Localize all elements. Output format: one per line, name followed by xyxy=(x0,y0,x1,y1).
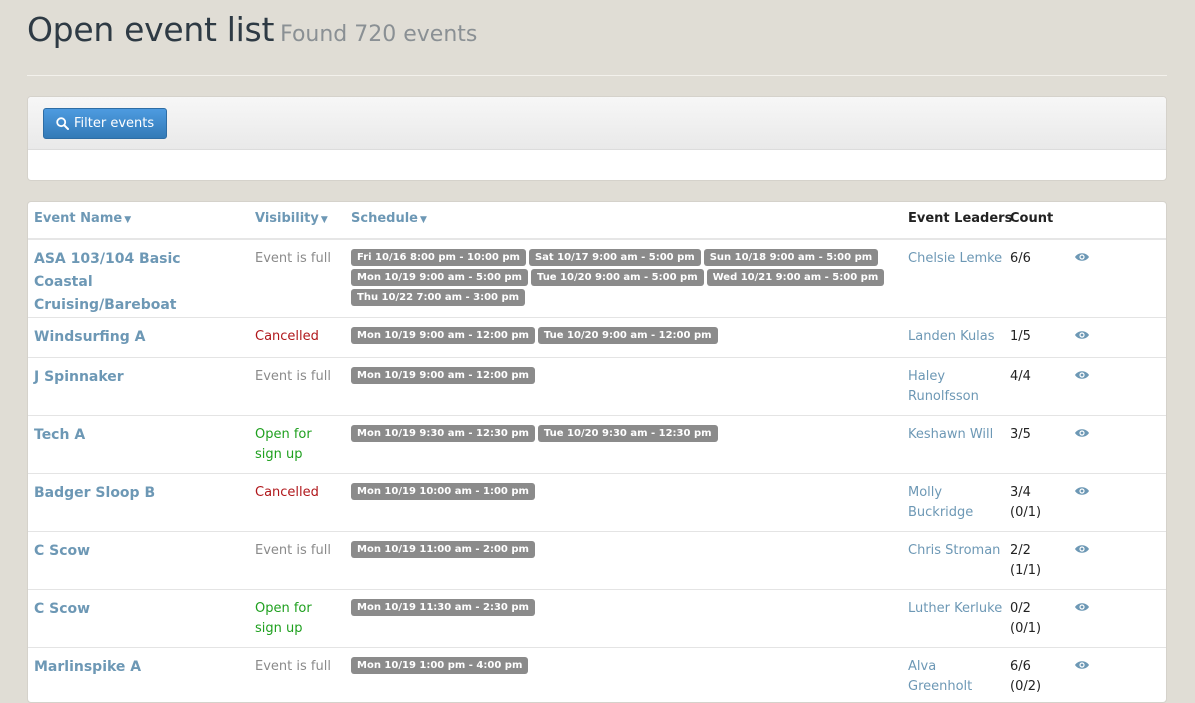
event-count-value: 4/4 xyxy=(1010,369,1031,384)
event-name-link[interactable]: C Scow xyxy=(34,540,239,563)
eye-icon[interactable] xyxy=(1074,484,1090,496)
event-name-link[interactable]: C Scow xyxy=(34,598,239,621)
event-name-link[interactable]: Marlinspike A xyxy=(34,656,239,679)
event-count-value: 2/2 (1/1) xyxy=(1010,543,1042,578)
schedule-badge: Sat 10/17 9:00 am - 5:00 pm xyxy=(528,249,701,266)
table-row: Tech A Open for sign up Mon 10/19 9:30 am … xyxy=(28,415,1166,473)
visibility-status: Event is full xyxy=(255,543,331,558)
table-row: C Scow Open for sign up Mon 10/19 11:30 am… xyxy=(28,589,1166,647)
column-header-event-leaders: Event Leaders xyxy=(908,211,1013,226)
page-header: Open event list Found 720 events xyxy=(27,10,477,49)
eye-icon[interactable] xyxy=(1074,426,1090,438)
event-count-value: 3/4 (0/1) xyxy=(1010,485,1042,520)
filter-panel-header: Filter events xyxy=(28,97,1166,150)
schedule-badge: Tue 10/20 9:30 am - 12:30 pm xyxy=(537,425,718,442)
schedule-badge: Mon 10/19 10:00 am - 1:00 pm xyxy=(351,483,535,500)
table-row: ASA 103/104 Basic Coastal Cruising/Bareb… xyxy=(28,240,1166,317)
table-header: Event Name ▼ Visibility ▼ Schedule ▼ Event … xyxy=(28,202,1166,240)
schedule-badge: Fri 10/16 8:00 pm - 10:00 pm xyxy=(351,249,526,266)
table-body: ASA 103/104 Basic Coastal Cruising/Bareb… xyxy=(28,240,1166,702)
schedule-badge: Tue 10/20 9:00 am - 12:00 pm xyxy=(537,327,718,344)
column-header-label: Visibility xyxy=(255,211,319,226)
event-name-link[interactable]: Badger Sloop B xyxy=(34,482,239,505)
schedule-list: Mon 10/19 9:00 am - 12:00 pm xyxy=(351,367,891,384)
event-count-value: 6/6 xyxy=(1010,251,1031,266)
schedule-badge: Wed 10/21 9:00 am - 5:00 pm xyxy=(706,269,885,286)
event-leader-link[interactable]: Chris Stroman xyxy=(908,541,1003,561)
filter-panel: Filter events xyxy=(27,96,1167,181)
visibility-status: Cancelled xyxy=(255,329,319,344)
filter-events-label: Filter events xyxy=(74,116,155,131)
schedule-badge: Mon 10/19 11:30 am - 2:30 pm xyxy=(351,599,535,616)
schedule-list: Mon 10/19 11:00 am - 2:00 pm xyxy=(351,541,891,558)
column-header-visibility[interactable]: Visibility ▼ xyxy=(255,211,328,226)
page: Open event list Found 720 events Filter e… xyxy=(0,0,1195,703)
event-leader-link[interactable]: Alva Greenholt xyxy=(908,657,1003,697)
event-count-value: 1/5 xyxy=(1010,329,1031,344)
table-row: Marlinspike A Event is full Mon 10/19 1:00… xyxy=(28,647,1166,702)
visibility-status: Event is full xyxy=(255,659,331,674)
search-icon xyxy=(56,117,69,130)
event-leader-link[interactable]: Luther Kerluke xyxy=(908,599,1003,619)
schedule-list: Mon 10/19 10:00 am - 1:00 pm xyxy=(351,483,891,500)
table-row: Badger Sloop B Cancelled Mon 10/19 10:00 a… xyxy=(28,473,1166,531)
event-name-link[interactable]: J Spinnaker xyxy=(34,366,239,389)
schedule-badge: Thu 10/22 7:00 am - 3:00 pm xyxy=(351,289,526,306)
event-count-value: 0/2 (0/1) xyxy=(1010,601,1042,636)
column-header-label: Schedule xyxy=(351,211,418,226)
eye-icon[interactable] xyxy=(1074,658,1090,670)
divider xyxy=(27,75,1167,76)
event-leader-link[interactable]: Keshawn Will xyxy=(908,425,1003,445)
schedule-badge: Mon 10/19 9:00 am - 12:00 pm xyxy=(351,327,535,344)
sort-caret-icon: ▼ xyxy=(419,215,427,225)
eye-icon[interactable] xyxy=(1074,250,1090,262)
schedule-badge: Mon 10/19 1:00 pm - 4:00 pm xyxy=(351,657,529,674)
visibility-status: Open for sign up xyxy=(255,601,312,636)
eye-icon[interactable] xyxy=(1074,542,1090,554)
event-leader-link[interactable]: Molly Buckridge xyxy=(908,483,1003,523)
schedule-badge: Tue 10/20 9:00 am - 5:00 pm xyxy=(530,269,704,286)
event-leader-link[interactable]: Haley Runolfsson xyxy=(908,367,1003,407)
event-name-link[interactable]: ASA 103/104 Basic Coastal Cruising/Bareb… xyxy=(34,248,239,317)
sort-caret-icon: ▼ xyxy=(320,215,328,225)
eye-icon[interactable] xyxy=(1074,368,1090,380)
event-count: Found 720 events xyxy=(280,22,478,47)
visibility-status: Open for sign up xyxy=(255,427,312,462)
schedule-badge: Mon 10/19 11:00 am - 2:00 pm xyxy=(351,541,535,558)
eye-icon[interactable] xyxy=(1074,328,1090,340)
event-leader-link[interactable]: Landen Kulas xyxy=(908,327,1003,347)
event-name-link[interactable]: Tech A xyxy=(34,424,239,447)
filter-events-button[interactable]: Filter events xyxy=(43,108,168,139)
schedule-badge: Mon 10/19 9:00 am - 12:00 pm xyxy=(351,367,535,384)
sort-caret-icon: ▼ xyxy=(124,215,132,225)
column-header-schedule[interactable]: Schedule ▼ xyxy=(351,211,427,226)
schedule-list: Fri 10/16 8:00 pm - 10:00 pm Sat 10/17 9:… xyxy=(351,249,891,306)
visibility-status: Cancelled xyxy=(255,485,319,500)
page-title: Open event list xyxy=(27,10,275,49)
schedule-badge: Sun 10/18 9:00 am - 5:00 pm xyxy=(703,249,879,266)
table-row: Windsurfing A Cancelled Mon 10/19 9:00 am … xyxy=(28,317,1166,357)
column-header-label: Event Name xyxy=(34,211,123,226)
column-header-event-name[interactable]: Event Name ▼ xyxy=(34,211,131,226)
table-row: C Scow Event is full Mon 10/19 11:00 am - … xyxy=(28,531,1166,589)
table-row: J Spinnaker Event is full Mon 10/19 9:00 a… xyxy=(28,357,1166,415)
schedule-badge: Mon 10/19 9:30 am - 12:30 pm xyxy=(351,425,535,442)
events-table: Event Name ▼ Visibility ▼ Schedule ▼ Event … xyxy=(27,201,1167,703)
schedule-badge: Mon 10/19 9:00 am - 5:00 pm xyxy=(351,269,528,286)
event-count-value: 6/6 (0/2) xyxy=(1010,659,1042,694)
visibility-status: Event is full xyxy=(255,251,331,266)
schedule-list: Mon 10/19 11:30 am - 2:30 pm xyxy=(351,599,891,616)
schedule-list: Mon 10/19 9:00 am - 12:00 pm Tue 10/20 9:… xyxy=(351,327,891,344)
eye-icon[interactable] xyxy=(1074,600,1090,612)
event-count-value: 3/5 xyxy=(1010,427,1031,442)
visibility-status: Event is full xyxy=(255,369,331,384)
schedule-list: Mon 10/19 1:00 pm - 4:00 pm xyxy=(351,657,891,674)
event-leader-link[interactable]: Chelsie Lemke xyxy=(908,249,1003,269)
schedule-list: Mon 10/19 9:30 am - 12:30 pm Tue 10/20 9:… xyxy=(351,425,891,442)
event-name-link[interactable]: Windsurfing A xyxy=(34,326,239,349)
column-header-count: Count xyxy=(1010,211,1054,226)
